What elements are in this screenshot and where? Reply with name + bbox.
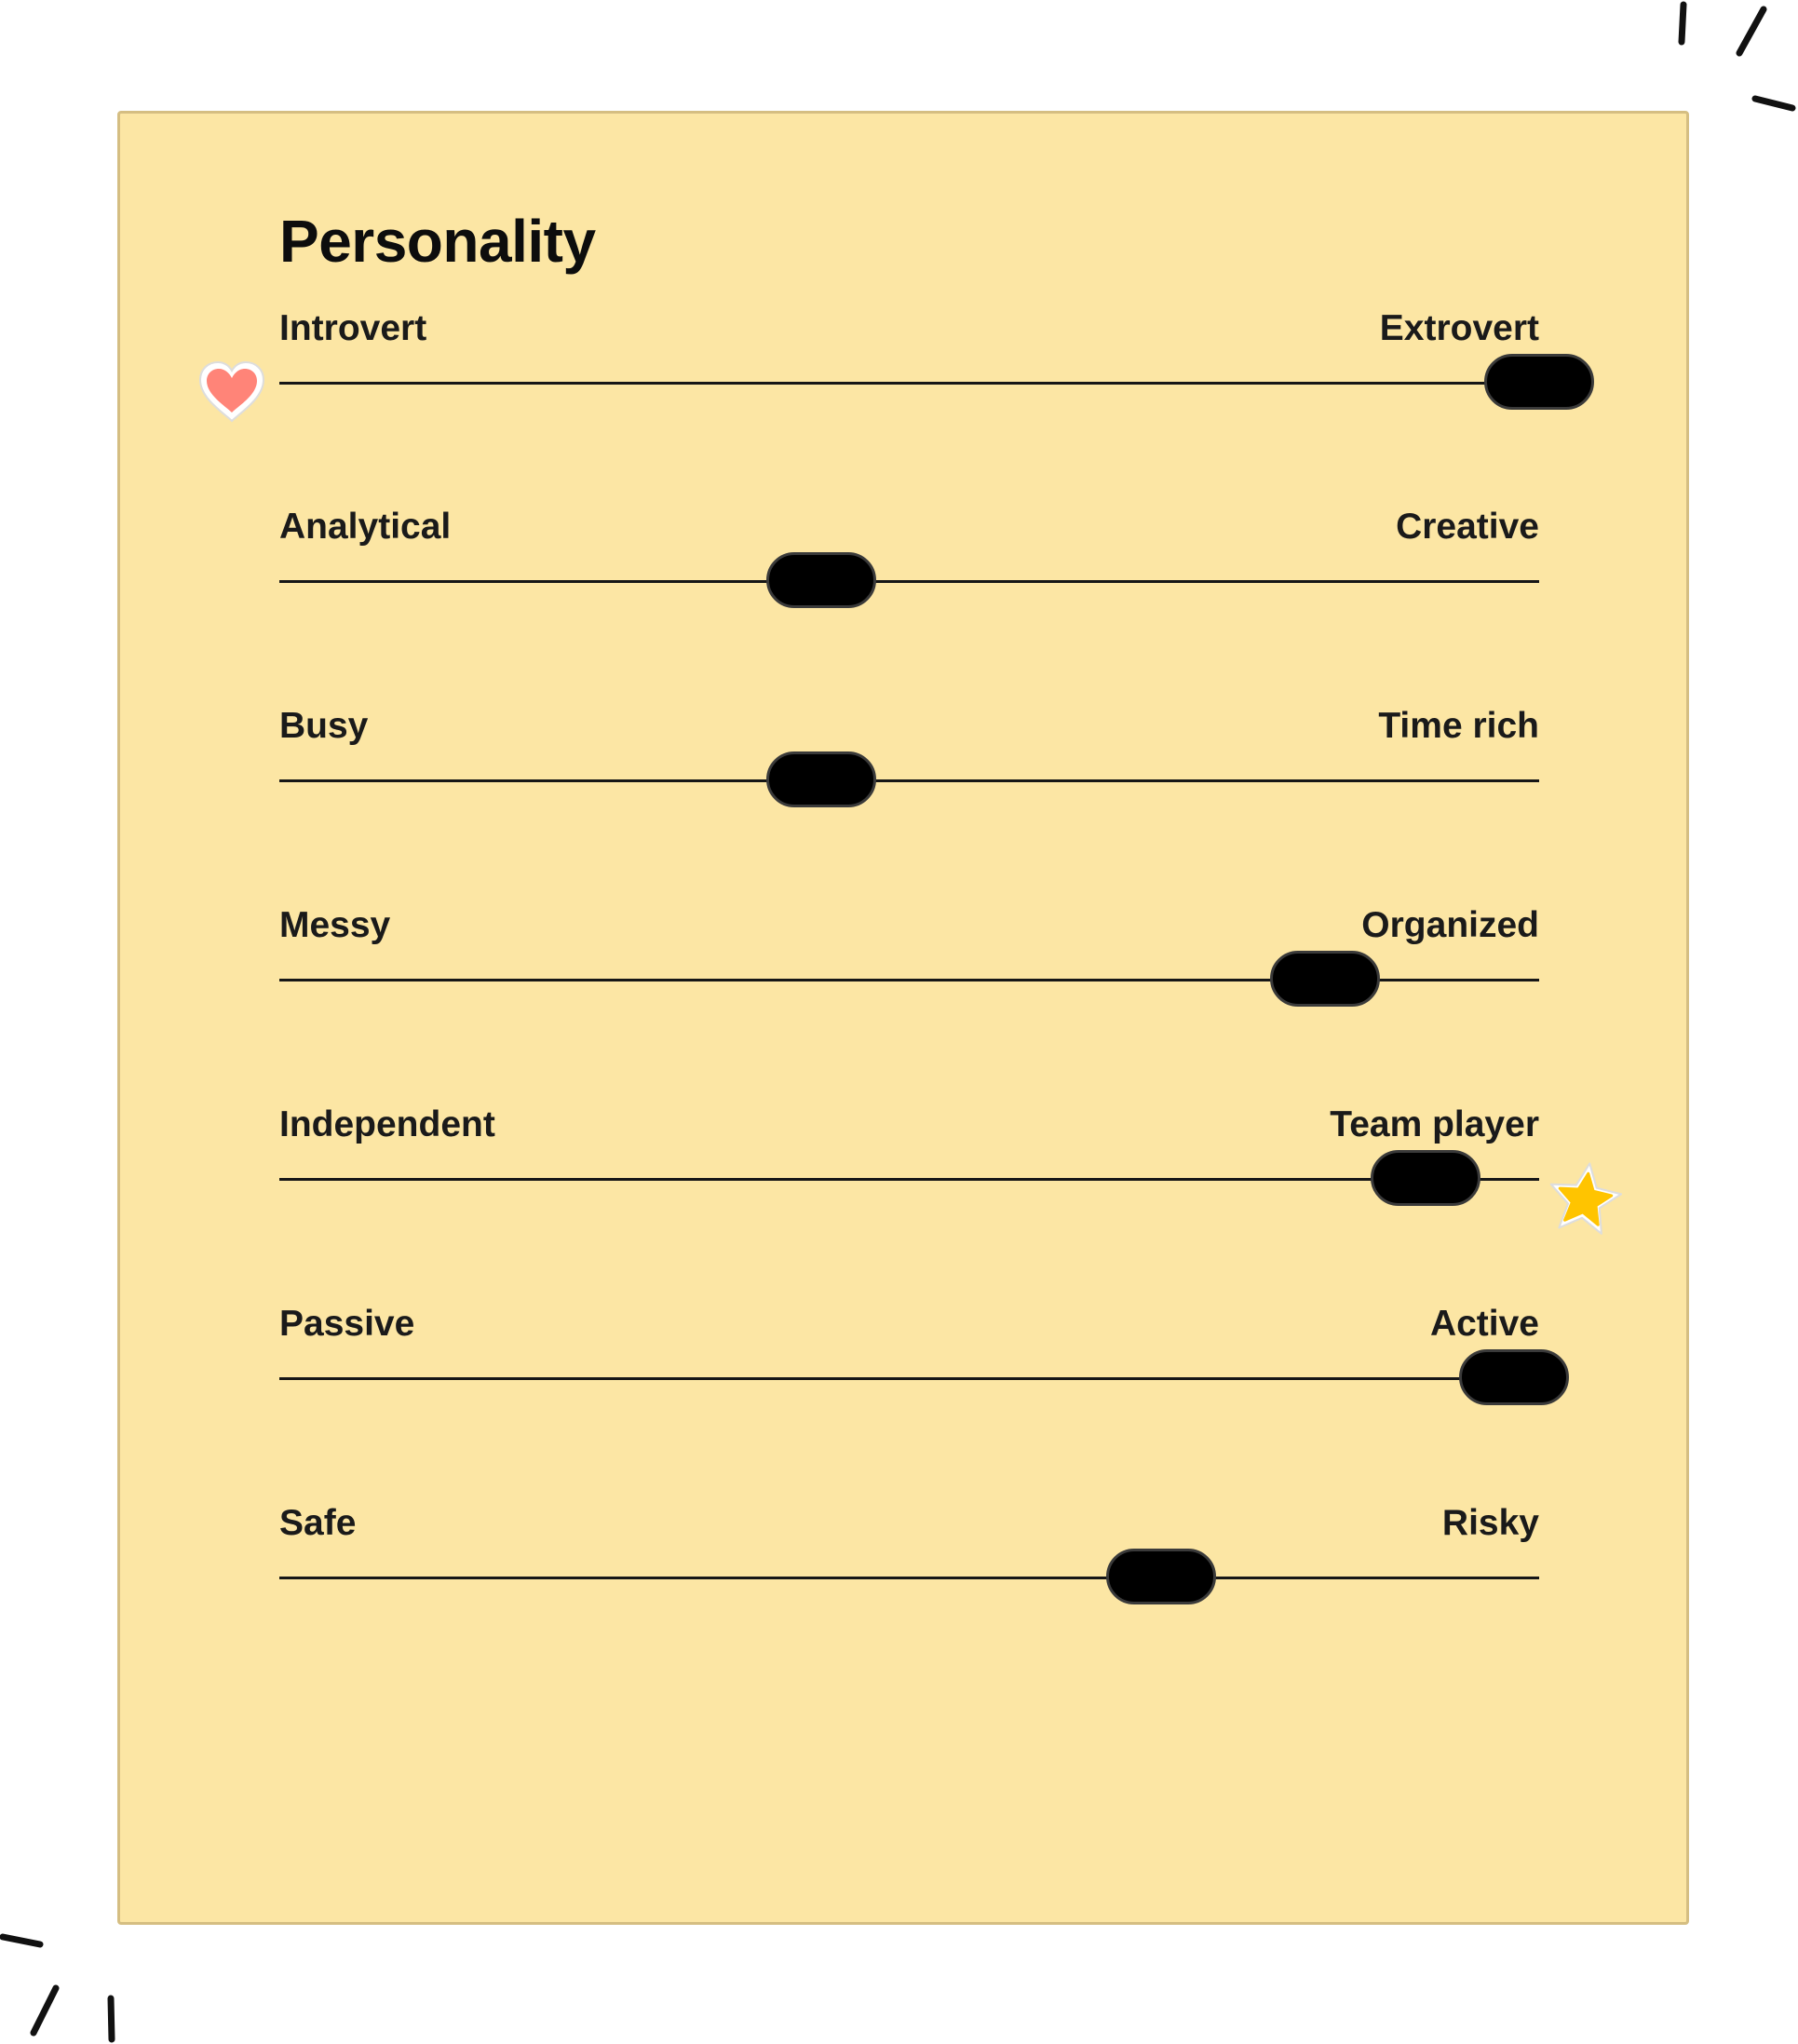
- slider-track[interactable]: [279, 951, 1539, 1007]
- sparkle-line: [107, 1995, 115, 2043]
- slider-right-label: Team player: [1330, 1104, 1539, 1144]
- slider-row: Safe Risky: [279, 1505, 1539, 1617]
- slider-right-label: Organized: [1361, 905, 1539, 945]
- slider-thumb[interactable]: [1458, 1349, 1569, 1405]
- slider-right-label: Creative: [1396, 507, 1539, 547]
- slider-track[interactable]: [279, 552, 1539, 608]
- slider-right-label: Extrovert: [1379, 308, 1539, 348]
- slider-track[interactable]: [279, 751, 1539, 807]
- slider-thumb[interactable]: [1484, 354, 1594, 410]
- slider-right-label: Time rich: [1378, 706, 1539, 746]
- slider-thumb[interactable]: [765, 552, 876, 608]
- slider-right-label: Active: [1429, 1304, 1539, 1344]
- slider-thumb[interactable]: [1371, 1150, 1481, 1206]
- slider-row: Analytical Creative: [279, 508, 1539, 620]
- slider-thumb[interactable]: [1269, 951, 1380, 1007]
- slider-left-label: Introvert: [279, 308, 427, 348]
- sparkle-line: [1751, 95, 1796, 112]
- slider-row: Passive Active: [279, 1304, 1569, 1417]
- slider-track[interactable]: [279, 1150, 1539, 1206]
- card-title: Personality: [279, 208, 596, 275]
- slider-track[interactable]: [279, 354, 1594, 410]
- slider-track[interactable]: [279, 1349, 1569, 1405]
- slider-row: Introvert Extrovert: [279, 308, 1594, 422]
- slider-left-label: Messy: [279, 905, 391, 945]
- slider-left-label: Safe: [279, 1503, 357, 1543]
- slider-left-label: Independent: [279, 1104, 495, 1144]
- slider-thumb[interactable]: [765, 751, 876, 807]
- sparkle-line: [30, 1984, 60, 2037]
- slider-left-label: Passive: [279, 1304, 415, 1344]
- heart-icon: [198, 360, 265, 423]
- personality-card: Personality Introvert Extrovert Analytical…: [117, 111, 1689, 1925]
- sparkle-line: [1736, 6, 1767, 57]
- sparkle-line: [0, 1933, 44, 1948]
- slider-row: Busy Time rich: [279, 708, 1539, 819]
- slider-left-label: Busy: [279, 706, 369, 746]
- slider-right-label: Risky: [1441, 1503, 1539, 1543]
- slider-track[interactable]: [279, 1549, 1539, 1604]
- sparkle-line: [1678, 1, 1687, 46]
- slider-row: Messy Organized: [279, 907, 1539, 1019]
- star-icon: [1549, 1162, 1623, 1235]
- slider-row: Independent Team player: [279, 1106, 1539, 1218]
- slider-thumb[interactable]: [1106, 1549, 1217, 1604]
- slider-left-label: Analytical: [279, 507, 452, 547]
